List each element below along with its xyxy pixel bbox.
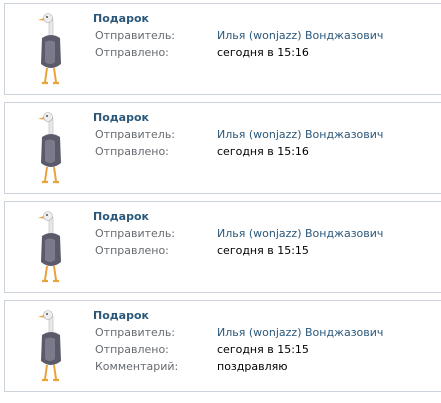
gift-card: Подарок Отправитель: Илья (wonjazz) Вонд… (4, 3, 441, 95)
sent-label: Отправлено: (95, 244, 169, 257)
ostrich-gift-icon[interactable] (35, 111, 65, 187)
sender-label: Отправитель: (95, 227, 176, 240)
sent-time: сегодня в 15:16 (217, 46, 309, 59)
comment-label: Комментарий: (95, 360, 179, 373)
ostrich-gift-icon[interactable] (35, 12, 65, 88)
gift-list: Подарок Отправитель: Илья (wonjazz) Вонд… (0, 0, 441, 403)
sender-label: Отправитель: (95, 29, 176, 42)
sent-label: Отправлено: (95, 145, 169, 158)
sender-link[interactable]: Илья (wonjazz) Вонджазович (217, 227, 383, 240)
gift-title[interactable]: Подарок (93, 12, 149, 25)
comment-text: поздравляю (217, 360, 288, 373)
gift-card: Подарок Отправитель: Илья (wonjazz) Вонд… (4, 201, 441, 293)
gift-title[interactable]: Подарок (93, 210, 149, 223)
sent-label: Отправлено: (95, 343, 169, 356)
sender-link[interactable]: Илья (wonjazz) Вонджазович (217, 29, 383, 42)
sender-link[interactable]: Илья (wonjazz) Вонджазович (217, 326, 383, 339)
sent-time: сегодня в 15:16 (217, 145, 309, 158)
gift-card: Подарок Отправитель: Илья (wonjazz) Вонд… (4, 102, 441, 194)
sent-label: Отправлено: (95, 46, 169, 59)
sender-link[interactable]: Илья (wonjazz) Вонджазович (217, 128, 383, 141)
sent-time: сегодня в 15:15 (217, 244, 309, 257)
ostrich-gift-icon[interactable] (35, 309, 65, 385)
ostrich-gift-icon[interactable] (35, 210, 65, 286)
gift-title[interactable]: Подарок (93, 111, 149, 124)
sender-label: Отправитель: (95, 128, 176, 141)
sent-time: сегодня в 15:15 (217, 343, 309, 356)
gift-title[interactable]: Подарок (93, 309, 149, 322)
sender-label: Отправитель: (95, 326, 176, 339)
gift-card: Подарок Отправитель: Илья (wonjazz) Вонд… (4, 300, 441, 392)
